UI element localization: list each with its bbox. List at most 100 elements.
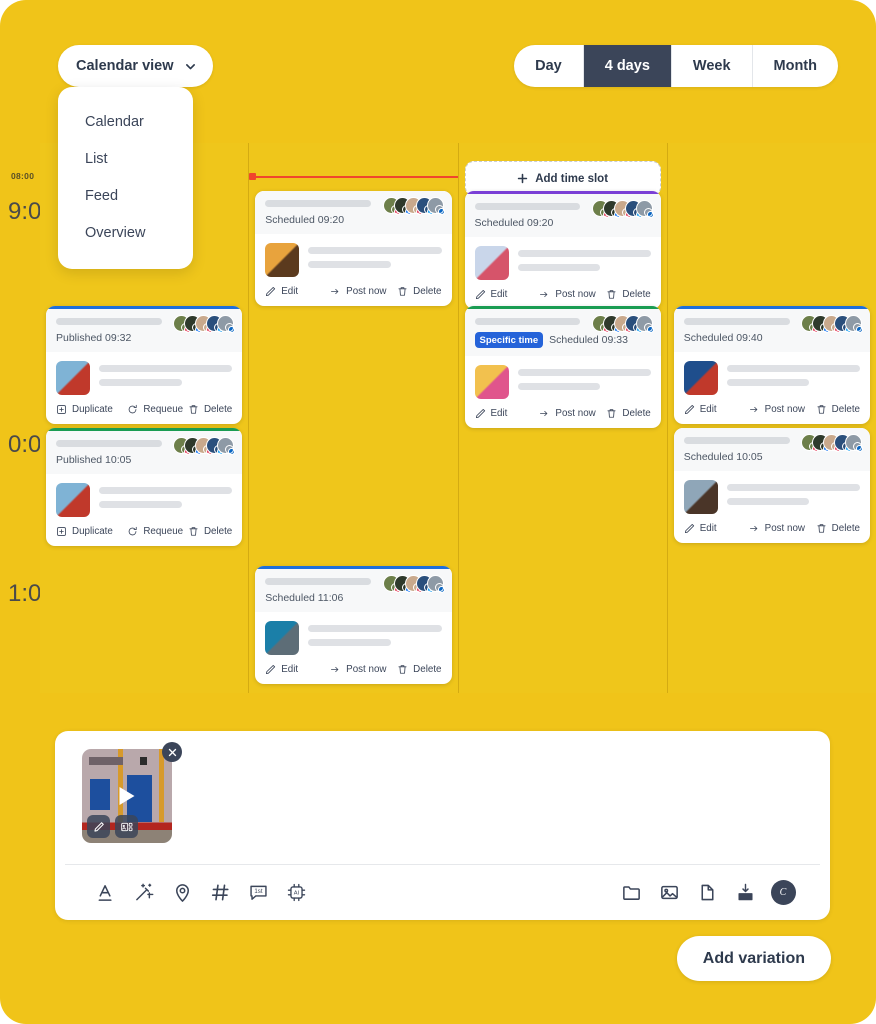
card-action-post-now[interactable]: Post now — [320, 664, 398, 675]
card-action-label: Edit — [490, 408, 508, 419]
svg-text:AI: AI — [293, 891, 299, 897]
avatar — [217, 437, 236, 455]
account-avatars — [382, 575, 445, 593]
card-action-edit[interactable]: Edit — [475, 289, 529, 300]
card-action-label: Post now — [764, 404, 805, 415]
card-action-delete[interactable]: Delete — [188, 526, 232, 537]
card-action-delete[interactable]: Delete — [606, 408, 651, 419]
range-segment-month[interactable]: Month — [753, 45, 838, 87]
calendar-view-selector[interactable]: Calendar view — [58, 45, 213, 87]
magic-wand-icon[interactable] — [125, 874, 163, 912]
media-alt-text-button[interactable] — [115, 815, 138, 838]
card-header: Scheduled 11:06 — [255, 569, 452, 612]
card-actions: Edit Post now Delete — [674, 395, 870, 424]
card-action-label: Edit — [281, 286, 299, 297]
account-avatars — [801, 315, 863, 333]
date-range-segmented-control: Day 4 days Week Month — [514, 45, 838, 87]
canva-icon[interactable]: C — [764, 874, 802, 912]
card-action-delete[interactable]: Delete — [397, 286, 442, 297]
card-thumbnail — [265, 243, 300, 277]
post-card[interactable]: Published 10:05 Duplicate Requeue Delete — [46, 428, 243, 546]
chevron-down-icon — [184, 60, 197, 73]
card-action-edit[interactable]: Edit — [684, 404, 738, 415]
card-meta: Published 09:32 — [56, 332, 232, 344]
hashtag-icon[interactable] — [201, 874, 239, 912]
time-label: 0:0 — [8, 431, 42, 458]
view-menu-item-list[interactable]: List — [58, 140, 193, 177]
range-segment-4-days[interactable]: 4 days — [583, 45, 672, 87]
card-action-post-now[interactable]: Post now — [529, 289, 607, 300]
view-menu-item-feed[interactable]: Feed — [58, 177, 193, 214]
avatar — [426, 197, 445, 215]
card-actions: Duplicate Requeue Delete — [46, 395, 242, 424]
card-action-edit[interactable]: Edit — [684, 523, 738, 534]
card-action-post-now[interactable]: Post now — [320, 286, 398, 297]
card-action-requeue[interactable]: Requeue — [123, 526, 188, 537]
card-header: Published 09:32 — [46, 309, 243, 352]
card-action-post-now[interactable]: Post now — [529, 408, 607, 419]
card-action-label: Delete — [413, 286, 442, 297]
add-time-slot-label: Add time slot — [535, 172, 609, 185]
card-header: Scheduled 09:20 — [255, 191, 452, 234]
card-status-text: Published 10:05 — [56, 454, 132, 466]
card-status-text: Scheduled 09:20 — [265, 214, 345, 226]
card-action-duplicate[interactable]: Duplicate — [56, 526, 123, 537]
card-action-post-now[interactable]: Post now — [738, 404, 816, 415]
composer-content-area[interactable] — [55, 731, 830, 864]
card-action-post-now[interactable]: Post now — [738, 523, 816, 534]
view-menu-item-calendar[interactable]: Calendar — [58, 103, 193, 140]
card-status-text: Scheduled 09:33 — [549, 334, 628, 346]
card-text-placeholder — [517, 246, 651, 280]
add-variation-button[interactable]: Add variation — [676, 936, 831, 981]
card-body — [46, 352, 242, 395]
text-format-icon[interactable] — [87, 874, 125, 912]
card-actions: Edit Post now Delete — [255, 277, 451, 306]
image-icon[interactable] — [650, 874, 688, 912]
folder-icon[interactable] — [612, 874, 650, 912]
file-icon[interactable] — [688, 874, 726, 912]
card-action-delete[interactable]: Delete — [606, 289, 651, 300]
post-card[interactable]: Scheduled 09:20 Edit Post now Delete — [464, 191, 661, 309]
post-card[interactable]: Scheduled 09:40 Edit Post now Delete — [673, 306, 870, 424]
card-actions: Edit Post now Delete — [465, 280, 661, 309]
card-header: Scheduled 09:40 — [673, 309, 870, 352]
location-pin-icon[interactable] — [163, 874, 201, 912]
card-action-delete[interactable]: Delete — [188, 404, 232, 415]
post-card[interactable]: Scheduled 10:05 Edit Post now Delete — [673, 428, 870, 543]
card-action-edit[interactable]: Edit — [265, 286, 319, 297]
card-action-label: Post now — [346, 664, 387, 675]
card-action-label: Edit — [281, 664, 299, 675]
card-thumbnail — [683, 361, 718, 395]
card-status-text: Published 09:32 — [56, 332, 132, 344]
card-action-label: Post now — [346, 286, 387, 297]
avatar — [217, 315, 236, 333]
view-menu-item-overview[interactable]: Overview — [58, 214, 193, 251]
remove-media-button[interactable] — [162, 742, 182, 762]
play-icon — [119, 787, 135, 805]
card-action-delete[interactable]: Delete — [816, 404, 860, 415]
ai-chip-icon[interactable]: AI — [277, 874, 315, 912]
card-action-requeue[interactable]: Requeue — [123, 404, 188, 415]
card-action-delete[interactable]: Delete — [816, 523, 860, 534]
card-action-label: Post now — [764, 523, 805, 534]
range-segment-day[interactable]: Day — [514, 45, 584, 87]
post-card[interactable]: Published 09:32 Duplicate Requeue Delete — [46, 306, 243, 424]
card-status-text: Scheduled 09:40 — [683, 332, 763, 344]
card-title-placeholder — [474, 318, 581, 325]
media-attachment[interactable] — [82, 749, 172, 843]
media-edit-button[interactable] — [87, 815, 110, 838]
post-card[interactable]: Scheduled 11:06 Edit Post now Delete — [255, 566, 452, 684]
first-comment-icon[interactable]: 1st — [239, 874, 277, 912]
range-segment-week[interactable]: Week — [672, 45, 753, 87]
card-action-duplicate[interactable]: Duplicate — [56, 404, 123, 415]
post-card[interactable]: Specific time Scheduled 09:33 Edit Post now… — [464, 306, 661, 428]
calendar-view-menu: Calendar List Feed Overview — [58, 87, 193, 269]
post-card[interactable]: Scheduled 09:20 Edit Post now Delete — [255, 191, 452, 306]
card-action-edit[interactable]: Edit — [265, 664, 319, 675]
upload-icon[interactable] — [726, 874, 764, 912]
card-text-placeholder — [99, 361, 233, 395]
card-action-delete[interactable]: Delete — [397, 664, 442, 675]
card-header: Specific time Scheduled 09:33 — [464, 309, 661, 356]
card-action-edit[interactable]: Edit — [475, 408, 529, 419]
card-thumbnail — [265, 621, 300, 655]
